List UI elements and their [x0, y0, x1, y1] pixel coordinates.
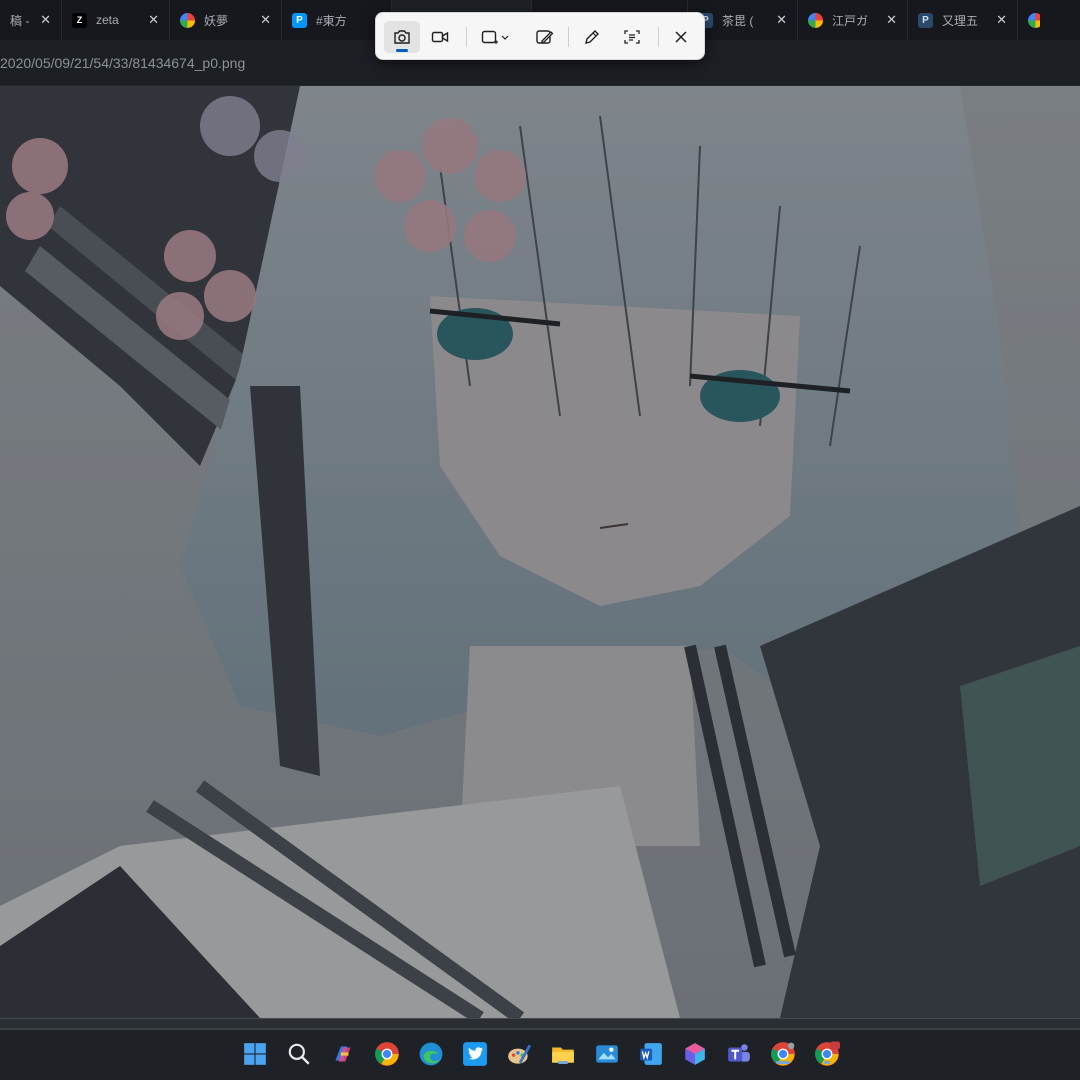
video-icon — [431, 31, 449, 43]
search-icon — [288, 1043, 310, 1065]
tab-title: #東方 — [316, 13, 347, 28]
text-actions-icon — [624, 30, 640, 44]
rectangle-mode-icon — [481, 30, 498, 44]
tab-title: 江戸ガ — [832, 13, 869, 28]
edge-button[interactable] — [418, 1041, 444, 1067]
running-indicator — [776, 1061, 790, 1064]
twitter-button[interactable] — [462, 1041, 488, 1067]
image-viewer — [0, 86, 1080, 1018]
edit-button[interactable] — [526, 21, 562, 53]
chrome-icon — [375, 1042, 399, 1066]
twitter-icon — [463, 1042, 487, 1066]
chevron-down-icon — [501, 35, 509, 40]
close-icon[interactable]: ✕ — [886, 12, 897, 28]
separator — [568, 27, 569, 47]
chrome-profile-button[interactable] — [814, 1041, 840, 1067]
artwork-image — [0, 86, 1080, 1018]
text-actions-button[interactable] — [614, 21, 650, 53]
photos-icon — [596, 1045, 618, 1063]
running-indicator — [824, 1061, 830, 1064]
google-icon — [180, 12, 195, 28]
paint-button[interactable] — [506, 1041, 532, 1067]
file-explorer-button[interactable] — [550, 1041, 576, 1067]
edit-image-icon — [536, 30, 554, 44]
tab-3[interactable]: 妖夢 ✕ — [170, 0, 282, 40]
close-icon[interactable]: ✕ — [776, 12, 787, 28]
edge-icon — [419, 1042, 443, 1066]
paint-icon — [508, 1044, 532, 1064]
running-indicator — [558, 1061, 568, 1064]
screen: 稿 - ( ✕ Z zeta ✕ 妖夢 ✕ P #東方 P 茶毘 ( ✕ 江戸ガ… — [0, 0, 1080, 1080]
chrome-button[interactable] — [374, 1041, 400, 1067]
teams-button[interactable] — [726, 1041, 752, 1067]
chrome-window-button[interactable] — [770, 1041, 796, 1067]
tab-9[interactable]: P 又理五 ✕ — [908, 0, 1018, 40]
close-icon[interactable]: ✕ — [40, 12, 51, 28]
teams-icon — [728, 1044, 750, 1062]
pixiv-icon: P — [292, 12, 307, 28]
separator — [658, 27, 659, 47]
separator — [466, 27, 467, 47]
url-text: 2020/05/09/21/54/33/81434674_p0.png — [0, 55, 246, 71]
screenshot-mode-button[interactable] — [384, 21, 420, 53]
camera-icon — [394, 30, 410, 44]
video-mode-button[interactable] — [422, 21, 458, 53]
close-icon[interactable]: ✕ — [260, 12, 271, 28]
close-button[interactable] — [663, 21, 699, 53]
tab-8[interactable]: 江戸ガ ✕ — [798, 0, 908, 40]
tab-10[interactable] — [1018, 0, 1040, 40]
google-icon — [1028, 12, 1040, 28]
photos-button[interactable] — [594, 1041, 620, 1067]
close-icon[interactable]: ✕ — [996, 12, 1007, 28]
google-icon — [808, 12, 823, 28]
tab-title: 又理五 — [942, 13, 979, 28]
pixiv-icon: P — [918, 12, 933, 28]
taskbar — [0, 1030, 1080, 1080]
search-button[interactable] — [286, 1041, 312, 1067]
pen-button[interactable] — [574, 21, 610, 53]
tab-title: 稿 - ( — [10, 13, 32, 28]
copilot-button[interactable] — [330, 1041, 356, 1067]
tab-title: zeta — [96, 13, 119, 27]
m365-icon — [685, 1043, 705, 1065]
close-icon — [675, 31, 687, 43]
word-icon — [640, 1043, 662, 1065]
close-icon[interactable]: ✕ — [148, 12, 159, 28]
tab-title: 妖夢 — [204, 13, 229, 28]
windows-start-icon — [244, 1043, 266, 1065]
snip-mode-dropdown[interactable] — [474, 21, 516, 53]
copilot-icon — [335, 1046, 351, 1062]
zeta-icon: Z — [72, 12, 87, 28]
m365-button[interactable] — [682, 1041, 708, 1067]
word-button[interactable] — [638, 1041, 664, 1067]
tab-1[interactable]: 稿 - ( ✕ — [0, 0, 62, 40]
tab-title: 茶毘 ( — [722, 13, 754, 28]
tab-2[interactable]: Z zeta ✕ — [62, 0, 170, 40]
start-button[interactable] — [242, 1041, 268, 1067]
active-indicator — [396, 49, 408, 52]
pen-icon — [585, 30, 599, 44]
viewer-bottom-bar — [0, 1018, 1080, 1030]
snipping-toolbar — [375, 12, 705, 60]
